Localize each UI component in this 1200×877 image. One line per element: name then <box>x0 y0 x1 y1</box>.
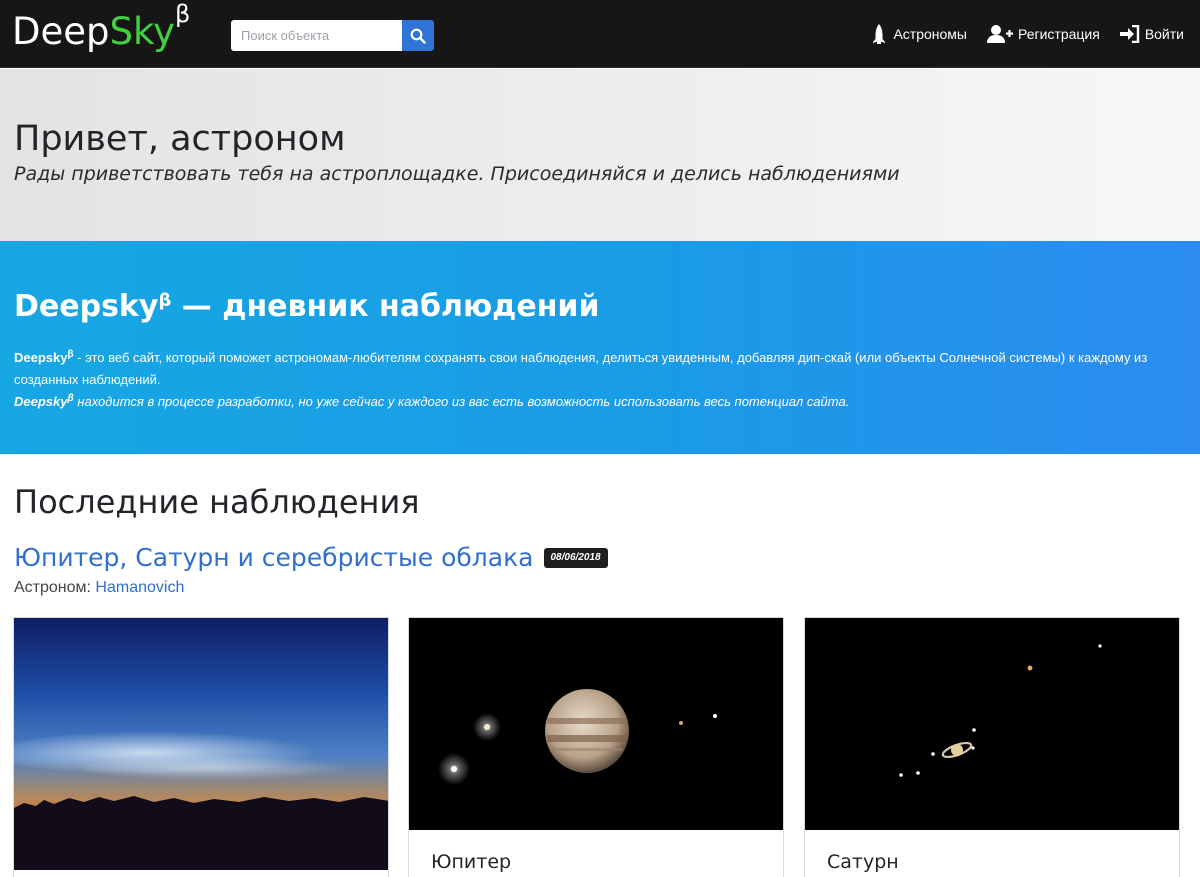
nav-links: Астрономы Регистрация Войти <box>850 0 1184 68</box>
brand-accent: Sky <box>109 10 176 53</box>
nav-register-label: Регистрация <box>1017 26 1100 42</box>
hero-subtitle: Рады приветствовать тебя на астроплощадк… <box>14 163 900 185</box>
about-banner: Deepskyβ — дневник наблюдений Deepskyβ -… <box>0 241 1200 454</box>
search-icon <box>410 28 426 44</box>
desc-text: - это веб сайт, который поможет астроном… <box>14 350 1148 387</box>
user-plus-icon <box>986 25 1013 43</box>
clouds-photo <box>14 618 388 870</box>
desc2-brand: Deepsky <box>14 394 68 409</box>
observation-title-link[interactable]: Юпитер, Сатурн и серебристые облака <box>14 540 534 576</box>
author-label: Астроном: <box>14 579 96 596</box>
clouds-photo-art <box>14 618 388 870</box>
sign-in-icon <box>1119 25 1140 43</box>
observation-card-saturn[interactable]: Сатурн <box>804 617 1180 877</box>
jupiter-photo-art <box>409 618 783 830</box>
observation-card-jupiter[interactable]: Юпитер <box>408 617 784 877</box>
observation-date-badge: 08/06/2018 <box>543 548 608 568</box>
desc-brand: Deepsky <box>14 350 68 365</box>
observation-heading: Юпитер, Сатурн и серебристые облака 08/0… <box>14 540 608 576</box>
card-title-saturn: Сатурн <box>827 851 899 873</box>
search-button[interactable] <box>402 20 434 51</box>
jupiter-photo <box>409 618 783 830</box>
banner-title-beta: β <box>158 290 172 311</box>
desc2-text: находится в процессе разработки, но уже … <box>73 394 850 409</box>
banner-description-2: Deepskyβ находится в процессе разработки… <box>14 391 1174 413</box>
banner-title-brand: Deepsky <box>14 289 159 324</box>
observation-author: Астроном: Hamanovich <box>14 577 184 599</box>
nav-login-link[interactable]: Войти <box>1119 25 1184 43</box>
desc-brand-beta: β <box>67 349 74 360</box>
observation-card-clouds[interactable] <box>13 617 389 877</box>
brand-main: Deep <box>12 10 110 53</box>
hero-title: Привет, астроном <box>14 119 346 159</box>
latest-observations-title: Последние наблюдения <box>14 483 420 521</box>
author-link[interactable]: Hamanovich <box>95 579 184 596</box>
saturn-photo <box>805 618 1179 830</box>
nav-login-label: Войти <box>1144 26 1184 42</box>
search-form <box>231 20 434 51</box>
saturn-photo-art <box>805 618 1179 830</box>
brand-logo[interactable]: DeepSkyβ <box>12 2 190 56</box>
hero-section: Привет, астроном Рады приветствовать теб… <box>0 69 1200 241</box>
banner-title-rest: — дневник наблюдений <box>171 289 600 324</box>
shuttle-icon <box>873 24 886 44</box>
banner-title: Deepskyβ — дневник наблюдений <box>14 287 599 327</box>
nav-register-link[interactable]: Регистрация <box>986 24 1100 44</box>
brand-beta: β <box>175 0 191 28</box>
navbar: DeepSkyβ Астрономы Регистрация <box>0 0 1200 68</box>
card-title-jupiter: Юпитер <box>431 851 512 873</box>
nav-astronomers-link[interactable]: Астрономы <box>870 23 967 45</box>
search-input[interactable] <box>231 20 402 51</box>
desc2-brand-beta: β <box>67 393 74 404</box>
nav-astronomers-label: Астрономы <box>893 26 967 42</box>
banner-description: Deepskyβ - это веб сайт, который поможет… <box>14 347 1174 391</box>
